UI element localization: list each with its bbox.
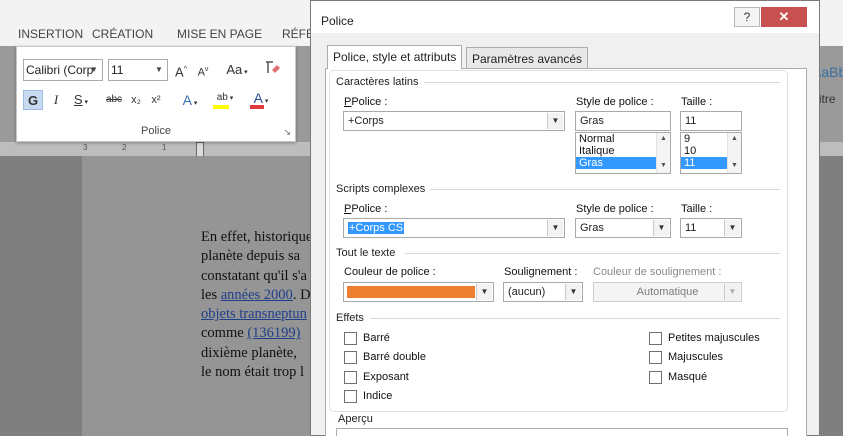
- tab-insertion[interactable]: INSERTION: [18, 27, 83, 41]
- tab-parametres-avances[interactable]: Paramètres avancés: [466, 47, 589, 69]
- chevron-down-icon[interactable]: ▼: [476, 284, 492, 300]
- grow-font-button[interactable]: A^: [173, 60, 189, 80]
- ruler-number: 1: [162, 143, 167, 152]
- underline-color-label: Couleur de soulignement :: [593, 266, 722, 278]
- doc-line: objets transneptun: [201, 305, 321, 324]
- preview-box: [336, 428, 788, 436]
- chevron-down-icon: ▼: [724, 284, 740, 300]
- preview-label: Aperçu: [338, 413, 373, 425]
- clear-formatting-icon[interactable]: [263, 60, 283, 80]
- font-color-select[interactable]: ▼: [343, 282, 494, 302]
- complex-size-select[interactable]: 11 ▼: [680, 218, 742, 238]
- scrollbar[interactable]: ▲ ▼: [656, 133, 670, 173]
- subscript-button[interactable]: x₂: [127, 90, 145, 110]
- font-name-value: Calibri (Corp: [26, 63, 94, 77]
- ruler-number: 3: [83, 143, 88, 152]
- underline-button[interactable]: S ▾: [69, 90, 93, 110]
- checkbox-box[interactable]: [649, 371, 662, 384]
- chevron-down-icon[interactable]: ▼: [565, 284, 581, 300]
- font-color-button[interactable]: A ▾: [247, 88, 275, 109]
- complex-style-select[interactable]: Gras ▼: [575, 218, 671, 238]
- italic-button[interactable]: I: [47, 90, 65, 110]
- close-button[interactable]: ✕: [761, 7, 807, 27]
- doc-line: le nom était trop l: [201, 364, 305, 381]
- tab-creation[interactable]: CRÉATION: [92, 27, 153, 41]
- font-size-combo[interactable]: 11 ▼: [108, 59, 168, 81]
- scrollbar[interactable]: ▲ ▼: [727, 133, 741, 173]
- latin-style-input[interactable]: Gras: [575, 111, 671, 131]
- highlight-color-bar: [213, 105, 229, 109]
- help-button[interactable]: ?: [734, 7, 760, 27]
- document-text[interactable]: En effet, historique planète depuis sa c…: [201, 228, 321, 382]
- complex-font-label: PPolice :: [344, 203, 388, 215]
- latin-size-label: Taille :: [681, 96, 713, 108]
- shrink-font-button[interactable]: Av: [195, 60, 211, 80]
- doc-line: En effet, historique: [201, 229, 313, 245]
- font-name-combo[interactable]: Calibri (Corp ▼: [23, 59, 103, 81]
- section-divider: [405, 253, 780, 254]
- tab-mise-en-page[interactable]: MISE EN PAGE: [177, 27, 262, 41]
- change-case-button[interactable]: Aa ▾: [222, 60, 252, 80]
- section-effects-title: Effets: [336, 312, 364, 324]
- section-divider: [430, 189, 780, 190]
- doc-link[interactable]: objets transneptun: [201, 306, 307, 322]
- chevron-down-icon[interactable]: ▼: [87, 61, 101, 79]
- dialog-launcher-icon[interactable]: ↘: [283, 127, 291, 138]
- highlight-button[interactable]: ab ▾: [210, 88, 240, 109]
- latin-font-select[interactable]: +Corps ▼: [343, 111, 565, 131]
- checkbox-box[interactable]: [344, 390, 357, 403]
- superscript-button[interactable]: x²: [147, 90, 165, 110]
- text-effects-button[interactable]: A ▾: [177, 90, 203, 110]
- section-complex-title: Scripts complexes: [336, 183, 426, 195]
- doc-link[interactable]: années 2000: [221, 287, 293, 303]
- doc-line: dixième planète,: [201, 344, 297, 361]
- tab-police-style-attributs[interactable]: Police, style et attributs: [327, 45, 463, 69]
- underline-color-select: Automatique ▼: [593, 282, 742, 302]
- doc-line: comme (136199): [201, 325, 301, 342]
- latin-style-label: Style de police :: [576, 96, 654, 108]
- complex-size-label: Taille :: [681, 203, 713, 215]
- bold-button[interactable]: G: [23, 90, 43, 110]
- underline-style-label: Soulignement :: [504, 266, 578, 278]
- font-color-bar: [250, 105, 264, 109]
- complex-font-value: +Corps CS: [348, 222, 405, 234]
- font-size-value: 11: [111, 63, 124, 77]
- latin-size-list[interactable]: 9 10 11 ▲ ▼: [680, 132, 742, 174]
- latin-font-value: +Corps: [348, 115, 384, 127]
- chevron-down-icon[interactable]: ▼: [653, 220, 669, 236]
- latin-size-input[interactable]: 11: [680, 111, 742, 131]
- doc-line: les années 2000. D: [201, 286, 311, 303]
- font-group-label: Police: [141, 125, 171, 137]
- latin-style-list[interactable]: Normal Italique Gras ▲ ▼: [575, 132, 671, 174]
- font-color-swatch: [347, 286, 475, 298]
- doc-line: constatant qu'il s'a: [201, 267, 307, 284]
- checkbox-box[interactable]: [344, 371, 357, 384]
- complex-font-select[interactable]: +Corps CS ▼: [343, 218, 565, 238]
- checkbox-box[interactable]: [649, 332, 662, 345]
- complex-style-label: Style de police :: [576, 203, 654, 215]
- ruler-number: 2: [122, 143, 127, 152]
- dialog-titlebar[interactable]: Police ? ✕: [311, 1, 819, 33]
- section-divider: [424, 82, 780, 83]
- doc-line: planète depuis sa: [201, 248, 301, 265]
- chevron-down-icon[interactable]: ▼: [724, 220, 740, 236]
- dialog-title: Police: [321, 14, 354, 28]
- chevron-down-icon[interactable]: ▼: [547, 113, 563, 129]
- font-group-panel: Calibri (Corp ▼ 11 ▼ A^ Av Aa ▾ G I S ▾ …: [16, 46, 296, 142]
- latin-font-label: PPolice :: [344, 96, 388, 108]
- chevron-down-icon[interactable]: ▼: [547, 220, 563, 236]
- underline-style-select[interactable]: (aucun) ▼: [503, 282, 583, 302]
- checkbox-box[interactable]: [344, 332, 357, 345]
- section-all-text-title: Tout le texte: [336, 247, 396, 259]
- checkbox-box[interactable]: [649, 351, 662, 364]
- strikethrough-button[interactable]: abc: [103, 90, 125, 110]
- doc-link[interactable]: (136199): [247, 325, 300, 341]
- section-divider: [370, 318, 780, 319]
- font-color-label: Couleur de police :: [344, 266, 436, 278]
- checkbox-box[interactable]: [344, 351, 357, 364]
- chevron-down-icon[interactable]: ▼: [152, 61, 166, 79]
- section-latin-title: Caractères latins: [336, 76, 419, 88]
